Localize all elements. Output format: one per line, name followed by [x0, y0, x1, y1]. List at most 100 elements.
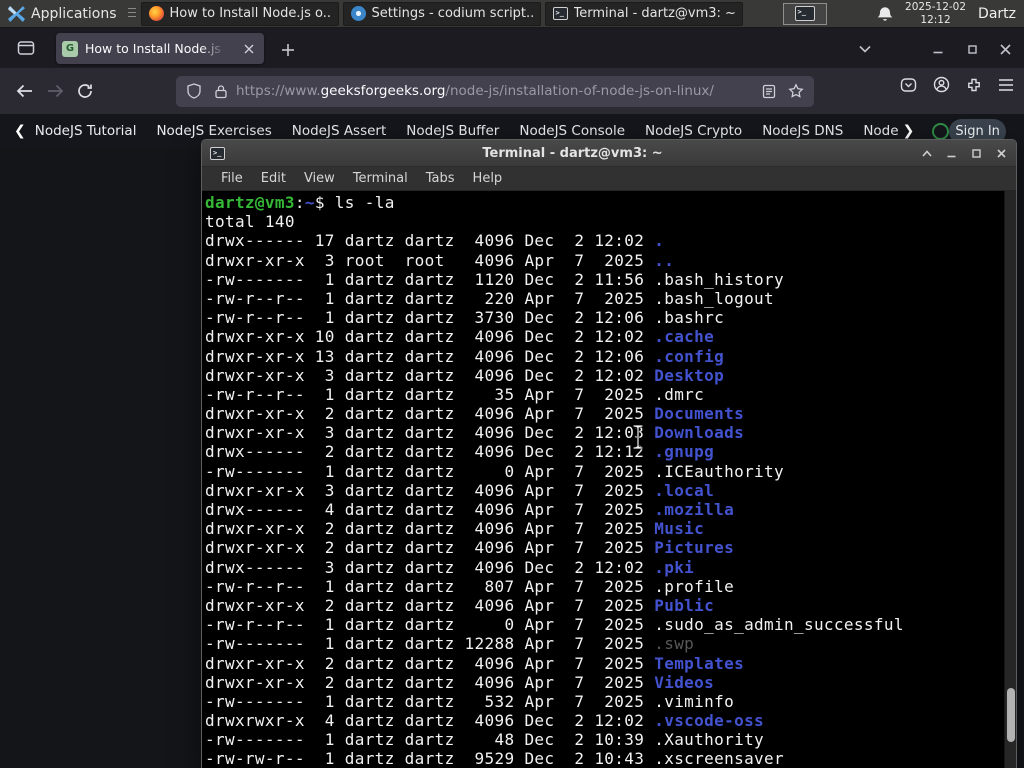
- terminal-line: drwx------ 4 dartz dartz 4096 Apr 7 2025…: [205, 500, 735, 519]
- nav-scroll-left-icon[interactable]: ❮: [14, 123, 26, 139]
- extensions-puzzle-icon[interactable]: [966, 77, 982, 93]
- window-maximize-button[interactable]: [959, 36, 985, 62]
- menu-help[interactable]: Help: [464, 171, 512, 186]
- plus-icon: [282, 44, 294, 56]
- url-domain: geeksforgeeks.org: [320, 83, 446, 99]
- firefox-icon: [148, 6, 164, 21]
- workspace-terminal-thumbnail: >_: [794, 6, 815, 21]
- terminal-line: drwxr-xr-x 3 root root 4096 Apr 7 2025 .…: [205, 250, 675, 270]
- bookmark-star-icon[interactable]: [788, 83, 804, 99]
- menu-tabs[interactable]: Tabs: [417, 171, 464, 186]
- panel-clock[interactable]: 2025-12-02 12:12: [905, 1, 966, 26]
- clock-time: 12:12: [920, 13, 951, 26]
- desktop: Applications How to Install Node.js o...…: [0, 0, 1024, 768]
- nav-scroll-right-icon[interactable]: ❯: [903, 123, 915, 139]
- terminal-line: -rw------- 1 dartz dartz 12288 Apr 7 202…: [205, 634, 695, 654]
- close-icon: [244, 44, 254, 53]
- terminal-line: drwx------ 2 dartz dartz 4096 Dec 2 12:1…: [205, 442, 715, 462]
- close-icon: [997, 148, 1006, 158]
- window-minimize-button[interactable]: [925, 36, 951, 62]
- terminal-line: -rw------- 1 dartz dartz 48 Dec 2 10:39 …: [205, 730, 765, 750]
- terminal-line: drwxr-xr-x 2 dartz dartz 4096 Apr 7 2025…: [205, 672, 715, 692]
- new-tab-button[interactable]: [276, 38, 300, 62]
- maximize-icon: [967, 44, 977, 54]
- panel-window-firefox[interactable]: How to Install Node.js o...: [140, 1, 339, 26]
- nav-item-node-truncated[interactable]: Node: [863, 123, 898, 139]
- terminal-icon: >_: [552, 7, 568, 20]
- terminal-icon: >_: [210, 146, 225, 160]
- browser-tab-active[interactable]: G How to Install Node.js on: [56, 33, 264, 64]
- list-all-tabs-button[interactable]: [852, 36, 878, 62]
- clock-date: 2025-12-02: [905, 0, 967, 13]
- scrollbar-thumb[interactable]: [1007, 688, 1015, 742]
- url-text: https://www.geeksforgeeks.org/node-js/in…: [236, 83, 762, 99]
- reader-mode-icon[interactable]: [762, 84, 776, 99]
- terminal-line: drwxr-xr-x 2 dartz dartz 4096 Apr 7 2025…: [205, 519, 705, 539]
- terminal-line: -rw-r--r-- 1 dartz dartz 807 Apr 7 2025 …: [205, 576, 735, 596]
- menu-view[interactable]: View: [295, 171, 344, 186]
- back-button[interactable]: [10, 76, 40, 106]
- terminal-line: drwxr-xr-x 3 dartz dartz 4096 Dec 2 12:0…: [205, 365, 725, 385]
- applications-label: Applications: [31, 5, 117, 22]
- terminal-shade-button[interactable]: [920, 147, 933, 160]
- terminal-line: -rw-r--r-- 1 dartz dartz 220 Apr 7 2025 …: [205, 288, 775, 308]
- nav-item-nodejs-crypto[interactable]: NodeJS Crypto: [645, 123, 742, 139]
- panel-window-terminal[interactable]: >_ Terminal - dartz@vm3: ~: [544, 1, 743, 26]
- menu-hamburger-icon[interactable]: [998, 78, 1014, 92]
- nav-item-nodejs-dns[interactable]: NodeJS DNS: [762, 123, 843, 139]
- nav-item-nodejs-console[interactable]: NodeJS Console: [519, 123, 625, 139]
- terminal-close-button[interactable]: [995, 147, 1008, 160]
- terminal-title-bar[interactable]: >_ Terminal - dartz@vm3: ~: [202, 140, 1016, 167]
- reload-icon: [78, 84, 92, 98]
- browser-tab-bar: G How to Install Node.js on: [0, 28, 1024, 68]
- chevron-up-icon: [921, 149, 932, 157]
- url-path: /node-js/installation-of-node-js-on-linu…: [445, 83, 714, 99]
- terminal-output: dartz@vm3:~$ ls -la total 140 drwx------ 1…: [202, 191, 1016, 768]
- top-panel: Applications How to Install Node.js o...…: [0, 0, 1024, 28]
- terminal-line: drwxr-xr-x 2 dartz dartz 4096 Apr 7 2025…: [205, 538, 735, 558]
- notifications-bell-icon[interactable]: [877, 6, 893, 22]
- tracking-shield-icon[interactable]: [186, 83, 202, 99]
- menu-edit[interactable]: Edit: [252, 171, 295, 186]
- url-scheme: https://www.: [236, 83, 321, 99]
- panel-window-codium[interactable]: Settings - codium script...: [342, 1, 541, 26]
- reload-button[interactable]: [70, 76, 100, 106]
- terminal-title: Terminal - dartz@vm3: ~: [482, 145, 663, 161]
- terminal-scrollbar[interactable]: [1004, 191, 1016, 768]
- terminal-line: -rw-r--r-- 1 dartz dartz 3730 Dec 2 12:0…: [205, 308, 725, 328]
- nav-item-nodejs-exercises[interactable]: NodeJS Exercises: [156, 123, 271, 139]
- nav-item-nodejs-tutorial[interactable]: NodeJS Tutorial: [35, 123, 137, 139]
- tab-close-button[interactable]: [240, 40, 258, 58]
- chevron-down-icon: [859, 45, 871, 53]
- terminal-body[interactable]: dartz@vm3:~$ ls -la total 140 drwx------ 1…: [202, 191, 1016, 768]
- terminal-window: >_ Terminal - dartz@vm3: ~ File Edit Vie…: [202, 140, 1016, 768]
- firefox-view-button[interactable]: [12, 34, 40, 62]
- geeksforgeeks-favicon: G: [62, 40, 78, 57]
- user-menu[interactable]: Dartz: [978, 6, 1016, 22]
- nav-item-nodejs-buffer[interactable]: NodeJS Buffer: [406, 123, 499, 139]
- back-arrow-icon: [16, 84, 32, 98]
- terminal-maximize-button[interactable]: [970, 147, 983, 160]
- close-icon: [999, 43, 1011, 55]
- terminal-line: -rw------- 1 dartz dartz 0 Apr 7 2025 .I…: [205, 461, 785, 481]
- terminal-line: dartz@vm3:~$ ls -la: [205, 193, 395, 212]
- menu-file[interactable]: File: [212, 171, 252, 186]
- terminal-line: drwxr-xr-x 13 dartz dartz 4096 Dec 2 12:…: [205, 346, 725, 366]
- pocket-icon[interactable]: [900, 77, 917, 93]
- workspace-switcher[interactable]: >_: [782, 2, 827, 25]
- terminal-line: drwx------ 3 dartz dartz 4096 Dec 2 12:0…: [205, 557, 695, 577]
- account-icon[interactable]: [933, 76, 950, 93]
- lock-icon[interactable]: [214, 84, 228, 99]
- applications-menu-button[interactable]: Applications: [0, 0, 125, 28]
- terminal-minimize-button[interactable]: [945, 147, 958, 160]
- terminal-line: -rw------- 1 dartz dartz 532 Apr 7 2025 …: [205, 691, 735, 711]
- nav-item-nodejs-assert[interactable]: NodeJS Assert: [292, 123, 387, 139]
- url-bar[interactable]: https://www.geeksforgeeks.org/node-js/in…: [176, 75, 814, 107]
- window-close-button[interactable]: [992, 36, 1018, 62]
- terminal-line: -rw-r--r-- 1 dartz dartz 0 Apr 7 2025 .s…: [205, 615, 904, 635]
- search-icon[interactable]: [932, 122, 950, 140]
- applications-icon: [8, 6, 25, 22]
- forward-button[interactable]: [40, 76, 70, 106]
- terminal-line: -rw-r--r-- 1 dartz dartz 35 Apr 7 2025 .…: [205, 384, 705, 404]
- menu-terminal[interactable]: Terminal: [344, 171, 417, 186]
